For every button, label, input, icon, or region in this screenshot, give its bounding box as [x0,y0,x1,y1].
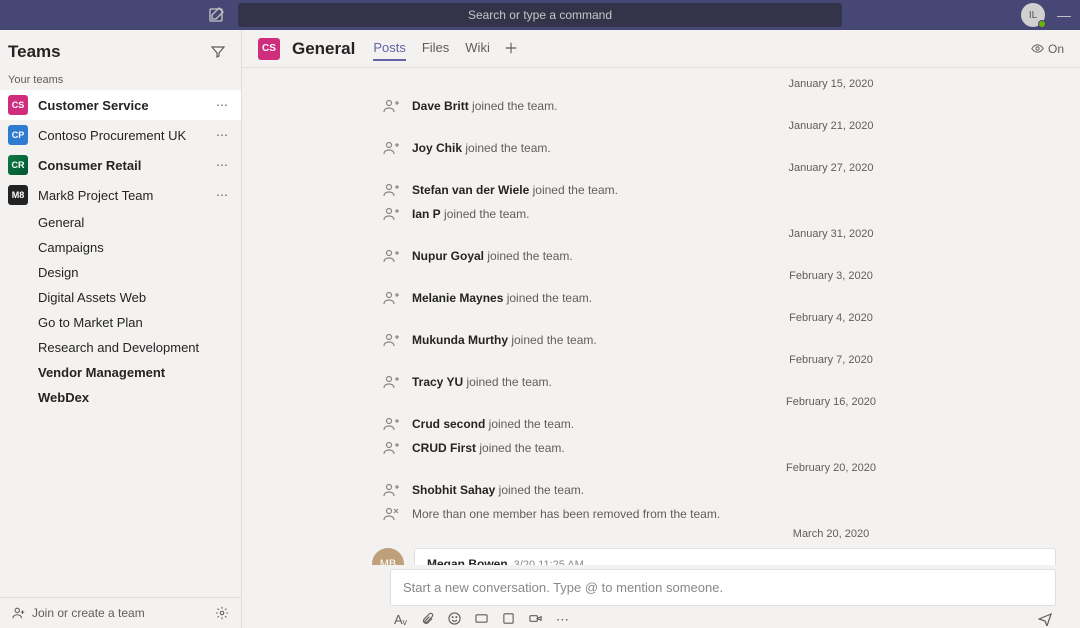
tab-posts[interactable]: Posts [373,36,406,61]
search-input[interactable]: Search or type a command [238,3,842,27]
tab-wiki[interactable]: Wiki [465,36,490,61]
team-item[interactable]: CR Consumer Retail ⋯ [0,150,241,180]
new-message-icon[interactable] [208,6,226,24]
author-avatar[interactable]: MB [372,548,404,565]
person-add-icon [382,205,400,223]
sidebar-title: Teams [8,42,211,62]
channel-title: General [292,39,355,59]
add-tab-icon[interactable] [504,41,520,57]
team-more-icon[interactable]: ⋯ [212,98,233,112]
team-icon: M8 [8,185,28,205]
content-pane: CS General Posts Files Wiki On January 15,… [242,30,1080,628]
team-item[interactable]: CP Contoso Procurement UK ⋯ [0,120,241,150]
team-name: Customer Service [38,98,212,113]
emoji-icon[interactable] [448,612,461,628]
sidebar: Teams Your teams CS Customer Service ⋯CP… [0,30,242,628]
user-avatar[interactable]: IL [1021,3,1045,27]
system-message: Joy Chik joined the team. [266,136,1056,160]
compose-toolbar: Aᵥ ⋯ [390,606,1056,628]
send-icon[interactable] [1038,612,1052,628]
channel-item[interactable]: Research and Development [0,335,241,360]
system-message: Tracy YU joined the team. [266,370,1056,394]
channel-item[interactable]: Campaigns [0,235,241,260]
person-add-icon [382,331,400,349]
post-author[interactable]: Megan Bowen [427,557,508,565]
section-label: Your teams [0,70,241,90]
date-divider: January 15, 2020 [606,78,1056,90]
minimize-icon[interactable]: — [1057,7,1072,23]
system-message: Dave Britt joined the team. [266,94,1056,118]
search-placeholder: Search or type a command [468,8,612,22]
person-add-icon [382,97,400,115]
team-name: Contoso Procurement UK [38,128,212,143]
team-item[interactable]: CS Customer Service ⋯ [0,90,241,120]
team-more-icon[interactable]: ⋯ [212,188,233,202]
message-post: MB Megan Bowen3/20 11:25 AM Today's less… [266,548,1056,565]
team-name: Consumer Retail [38,158,212,173]
team-more-icon[interactable]: ⋯ [212,158,233,172]
date-divider: January 21, 2020 [606,120,1056,132]
system-message: Nupur Goyal joined the team. [266,244,1056,268]
date-divider: January 27, 2020 [606,162,1056,174]
channel-icon: CS [258,38,280,60]
system-message: Shobhit Sahay joined the team. [266,478,1056,502]
date-divider: February 7, 2020 [606,354,1056,366]
tab-files[interactable]: Files [422,36,449,61]
person-add-icon [382,415,400,433]
system-message: Crud second joined the team. [266,412,1056,436]
system-message: Mukunda Murthy joined the team. [266,328,1056,352]
compose-input[interactable]: Start a new conversation. Type @ to ment… [390,569,1056,606]
team-name: Mark8 Project Team [38,188,212,203]
format-icon[interactable]: Aᵥ [394,612,407,628]
person-add-icon [382,373,400,391]
date-divider: February 4, 2020 [606,312,1056,324]
channel-item[interactable]: Vendor Management [0,360,241,385]
post-timestamp: 3/20 11:25 AM [514,559,584,565]
system-message: Ian P joined the team. [266,202,1056,226]
channel-item[interactable]: Go to Market Plan [0,310,241,335]
join-create-team[interactable]: Join or create a team [0,597,241,628]
team-more-icon[interactable]: ⋯ [212,128,233,142]
person-add-icon [382,439,400,457]
channel-item[interactable]: General [0,210,241,235]
person-add-icon [382,289,400,307]
system-message: More than one member has been removed fr… [266,502,1056,526]
messages-list[interactable]: January 15, 2020 Dave Britt joined the te… [242,68,1080,565]
compose-area: Start a new conversation. Type @ to ment… [390,569,1056,628]
person-add-icon [382,181,400,199]
team-icon: CS [8,95,28,115]
person-add-icon [382,481,400,499]
visibility-indicator[interactable]: On [1031,42,1064,56]
team-item[interactable]: M8 Mark8 Project Team ⋯ [0,180,241,210]
sticker-icon[interactable] [502,612,515,628]
titlebar: Search or type a command IL — [0,0,1080,30]
channel-item[interactable]: Digital Assets Web [0,285,241,310]
team-icon: CR [8,155,28,175]
team-icon: CP [8,125,28,145]
date-divider: January 31, 2020 [606,228,1056,240]
channel-item[interactable]: Design [0,260,241,285]
attach-icon[interactable] [421,612,434,628]
date-divider: February 3, 2020 [606,270,1056,282]
date-divider: February 20, 2020 [606,462,1056,474]
meetnow-icon[interactable] [529,612,542,628]
person-add-icon [382,247,400,265]
settings-icon[interactable] [215,606,229,620]
channel-item[interactable]: WebDex [0,385,241,410]
gif-icon[interactable] [475,612,488,628]
date-divider: March 20, 2020 [606,528,1056,540]
system-message: Stefan van der Wiele joined the team. [266,178,1056,202]
channel-header: CS General Posts Files Wiki On [242,30,1080,68]
system-message: Melanie Maynes joined the team. [266,286,1056,310]
filter-icon[interactable] [211,45,225,59]
date-divider: February 16, 2020 [606,396,1056,408]
more-icon[interactable]: ⋯ [556,612,569,628]
person-remove-icon [382,505,400,523]
presence-indicator [1038,20,1046,28]
system-message: CRUD First joined the team. [266,436,1056,460]
person-add-icon [382,139,400,157]
